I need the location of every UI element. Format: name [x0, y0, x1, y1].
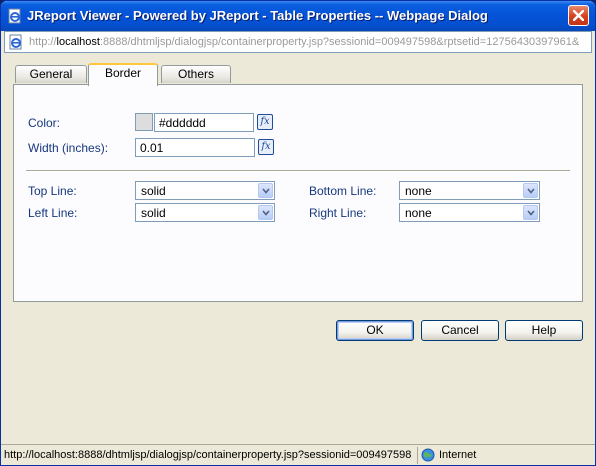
chevron-down-icon[interactable]	[258, 205, 273, 220]
color-formula-button[interactable]: fx	[257, 114, 273, 130]
chevron-down-icon[interactable]	[523, 183, 538, 198]
close-button[interactable]	[568, 5, 589, 26]
width-formula-button[interactable]: fx	[258, 139, 274, 155]
color-label: Color:	[28, 116, 61, 130]
formula-icon: fx	[260, 116, 270, 127]
left-line-label: Left Line:	[28, 206, 78, 220]
top-line-label: Top Line:	[28, 184, 77, 198]
dialog-window: JReport Viewer - Powered by JReport - Ta…	[0, 0, 596, 466]
right-line-label: Right Line:	[309, 206, 367, 220]
ie-page-icon	[7, 8, 23, 24]
section-divider	[26, 170, 570, 172]
bottom-line-value: none	[405, 184, 432, 198]
globe-icon	[421, 448, 435, 462]
top-line-select[interactable]: solid	[135, 181, 275, 200]
url-host: localhost	[56, 36, 100, 48]
cancel-button[interactable]: Cancel	[421, 320, 499, 341]
right-line-value: none	[405, 206, 432, 220]
tab-border[interactable]: Border	[88, 63, 158, 86]
status-bar: http://localhost:8888/dhtmljsp/dialogjsp…	[1, 444, 595, 465]
top-line-value: solid	[141, 184, 166, 198]
bottom-line-label: Bottom Line:	[309, 184, 377, 198]
close-icon	[573, 10, 584, 21]
color-input[interactable]: #dddddd	[154, 113, 254, 132]
url-prefix: http://	[29, 36, 57, 48]
right-line-select[interactable]: none	[399, 203, 540, 222]
url-rest: :8888/dhtmljsp/dialogjsp/containerproper…	[99, 36, 580, 48]
left-line-select[interactable]: solid	[135, 203, 275, 222]
status-url: http://localhost:8888/dhtmljsp/dialogjsp…	[4, 449, 412, 461]
formula-icon: fx	[261, 141, 271, 152]
ie-page-icon	[8, 34, 24, 50]
tab-general[interactable]: General	[15, 65, 87, 83]
title-bar[interactable]: JReport Viewer - Powered by JReport - Ta…	[1, 1, 595, 31]
tab-others[interactable]: Others	[161, 65, 231, 83]
ok-button[interactable]: OK	[336, 320, 414, 341]
width-input[interactable]: 0.01	[135, 138, 255, 157]
address-url: http://localhost:8888/dhtmljsp/dialogjsp…	[29, 36, 589, 48]
window-title: JReport Viewer - Powered by JReport - Ta…	[27, 8, 488, 23]
chevron-down-icon[interactable]	[258, 183, 273, 198]
help-button[interactable]: Help	[505, 320, 583, 341]
address-bar: http://localhost:8888/dhtmljsp/dialogjsp…	[4, 31, 592, 53]
left-line-value: solid	[141, 206, 166, 220]
chevron-down-icon[interactable]	[523, 205, 538, 220]
width-label: Width (inches):	[28, 141, 109, 155]
bottom-line-select[interactable]: none	[399, 181, 540, 200]
color-swatch[interactable]	[135, 113, 153, 131]
security-zone: Internet	[439, 449, 477, 461]
status-separator	[417, 447, 418, 464]
